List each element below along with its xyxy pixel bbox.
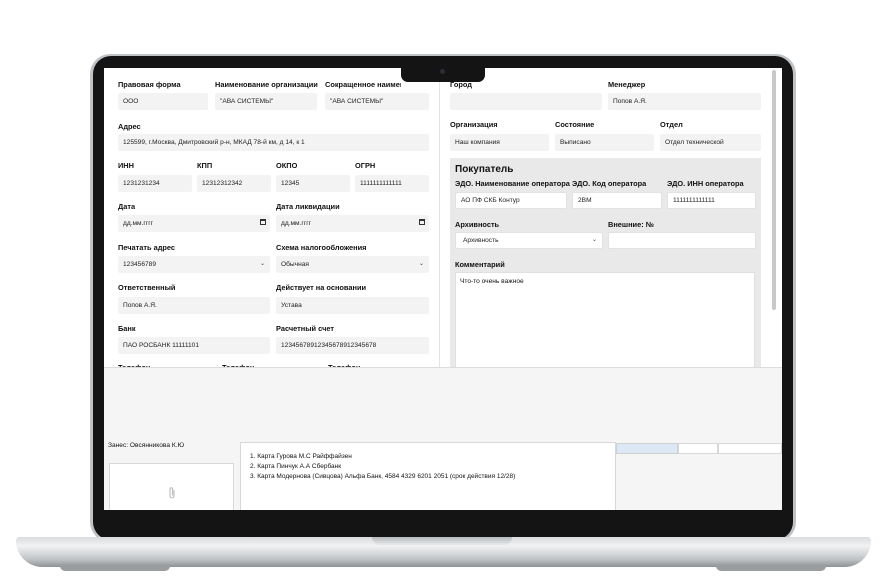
city-field[interactable] (450, 93, 602, 110)
cards-list: 1. Карта Гурова М.С Райффайзен 2. Карта … (240, 442, 616, 512)
laptop-foot (716, 566, 826, 571)
date-placeholder: дд.мм.гггг (123, 220, 154, 227)
short-name-field[interactable]: "АВА СИСТЕМЫ" (325, 93, 429, 110)
manager-field[interactable]: Попов А.Я. (608, 93, 761, 110)
liquidation-date-input[interactable]: дд.мм.гггг (276, 215, 429, 232)
okpo-label: ОКПО (276, 161, 298, 170)
laptop-hinge-slot (372, 537, 512, 545)
edo-code-field[interactable]: 2ВМ (572, 192, 662, 209)
grid-cell[interactable] (678, 443, 718, 454)
print-address-select[interactable]: 123456789 ⌄ (118, 256, 270, 273)
bank-field[interactable]: ПАО РОСБАНК 11111101 (118, 337, 270, 354)
attachment-dropzone[interactable] (109, 463, 234, 515)
tax-scheme-select[interactable]: Обычная ⌄ (276, 256, 429, 273)
chevron-down-icon: ⌄ (591, 237, 597, 243)
archive-value: Архивность (463, 237, 499, 244)
responsible-field[interactable]: Попов А.Я. (118, 297, 270, 314)
chevron-down-icon: ⌄ (259, 261, 265, 267)
external-number-label: Внешние: № (608, 220, 654, 229)
tax-scheme-label: Схема налогообложения (276, 243, 367, 252)
account-field[interactable]: 12345678912345678912345678 (276, 337, 429, 354)
print-address-label: Печатать адрес (118, 243, 176, 252)
bank-label: Банк (118, 324, 136, 333)
legal-form-field[interactable]: ООО (118, 93, 208, 110)
paperclip-icon (169, 487, 175, 499)
ogrn-label: ОГРН (355, 161, 376, 170)
calendar-icon[interactable] (419, 219, 425, 225)
grid-cell[interactable] (718, 443, 782, 454)
state-label: Состояние (555, 120, 595, 129)
card-item: 1. Карта Гурова М.С Райффайзен (250, 453, 352, 460)
card-item: 2. Карта Пинчук А.А Сбербанк (250, 463, 342, 470)
ogrn-field[interactable]: 1111111111111 (355, 175, 429, 192)
edo-code-label: ЭДО. Код оператора (572, 179, 647, 188)
card-item: 3. Карта Модернова (Сивцова) Альфа Банк,… (250, 473, 516, 480)
responsible-label: Ответственный (118, 283, 176, 292)
entered-by: Занес: Овсянникова К.Ю (108, 442, 185, 449)
camera-icon (440, 69, 445, 74)
legal-form-label: Правовая форма (118, 80, 181, 89)
department-label: Отдел (660, 120, 683, 129)
kpp-field[interactable]: 12312312342 (197, 175, 271, 192)
inn-field[interactable]: 1231231234 (118, 175, 192, 192)
edo-inn-label: ЭДО. ИНН оператора (667, 179, 744, 188)
print-address-value: 123456789 (123, 261, 157, 268)
edo-name-label: ЭДО. Наименование оператора (455, 179, 570, 188)
comment-text: Что-то очень важное (460, 278, 524, 285)
scrollbar[interactable] (772, 70, 776, 310)
organization-field[interactable]: Наш компания (450, 134, 549, 151)
edo-name-field[interactable]: АО ПФ СКБ Контур (455, 192, 567, 209)
laptop-foot (60, 566, 170, 571)
liquidation-date-placeholder: дд.мм.гггг (281, 220, 312, 227)
account-label: Расчетный счет (276, 324, 334, 333)
liquidation-date-label: Дата ликвидации (276, 202, 340, 211)
okpo-field[interactable]: 12345 (276, 175, 350, 192)
basis-label: Действует на основании (276, 283, 367, 292)
inn-label: ИНН (118, 161, 134, 170)
org-name-label: Наименование организации (215, 80, 318, 89)
org-name-field[interactable]: "АВА СИСТЕМЫ" (215, 93, 317, 110)
archive-select[interactable]: Архивность ⌄ (455, 232, 603, 249)
department-field[interactable]: Отдел технической (660, 134, 761, 151)
date-input[interactable]: дд.мм.гггг (118, 215, 270, 232)
short-name-label: Сокращенное наименование (325, 80, 401, 89)
organization-label: Организация (450, 120, 498, 129)
buyer-title: Покупатель (455, 164, 514, 175)
external-number-field[interactable] (608, 232, 756, 249)
state-field[interactable]: Выписано (555, 134, 654, 151)
comment-label: Комментарий (455, 260, 505, 269)
screen-bezel-bottom (93, 510, 793, 537)
basis-field[interactable]: Устава (276, 297, 429, 314)
column-divider (439, 68, 440, 368)
date-label: Дата (118, 202, 136, 211)
address-field[interactable]: 125599, г.Москва, Дмитровский р-н, МКАД … (118, 134, 429, 151)
address-label: Адрес (118, 122, 141, 131)
grid-cell-selected[interactable] (616, 443, 678, 454)
comment-textarea[interactable]: Что-то очень важное (455, 272, 755, 370)
edo-inn-field[interactable]: 1111111111111 (667, 192, 756, 209)
kpp-label: КПП (197, 161, 213, 170)
tax-scheme-value: Обычная (281, 261, 309, 268)
archive-label: Архивность (455, 220, 500, 229)
chevron-down-icon: ⌄ (418, 261, 424, 267)
manager-label: Менеджер (608, 80, 646, 89)
calendar-icon[interactable] (260, 219, 266, 225)
